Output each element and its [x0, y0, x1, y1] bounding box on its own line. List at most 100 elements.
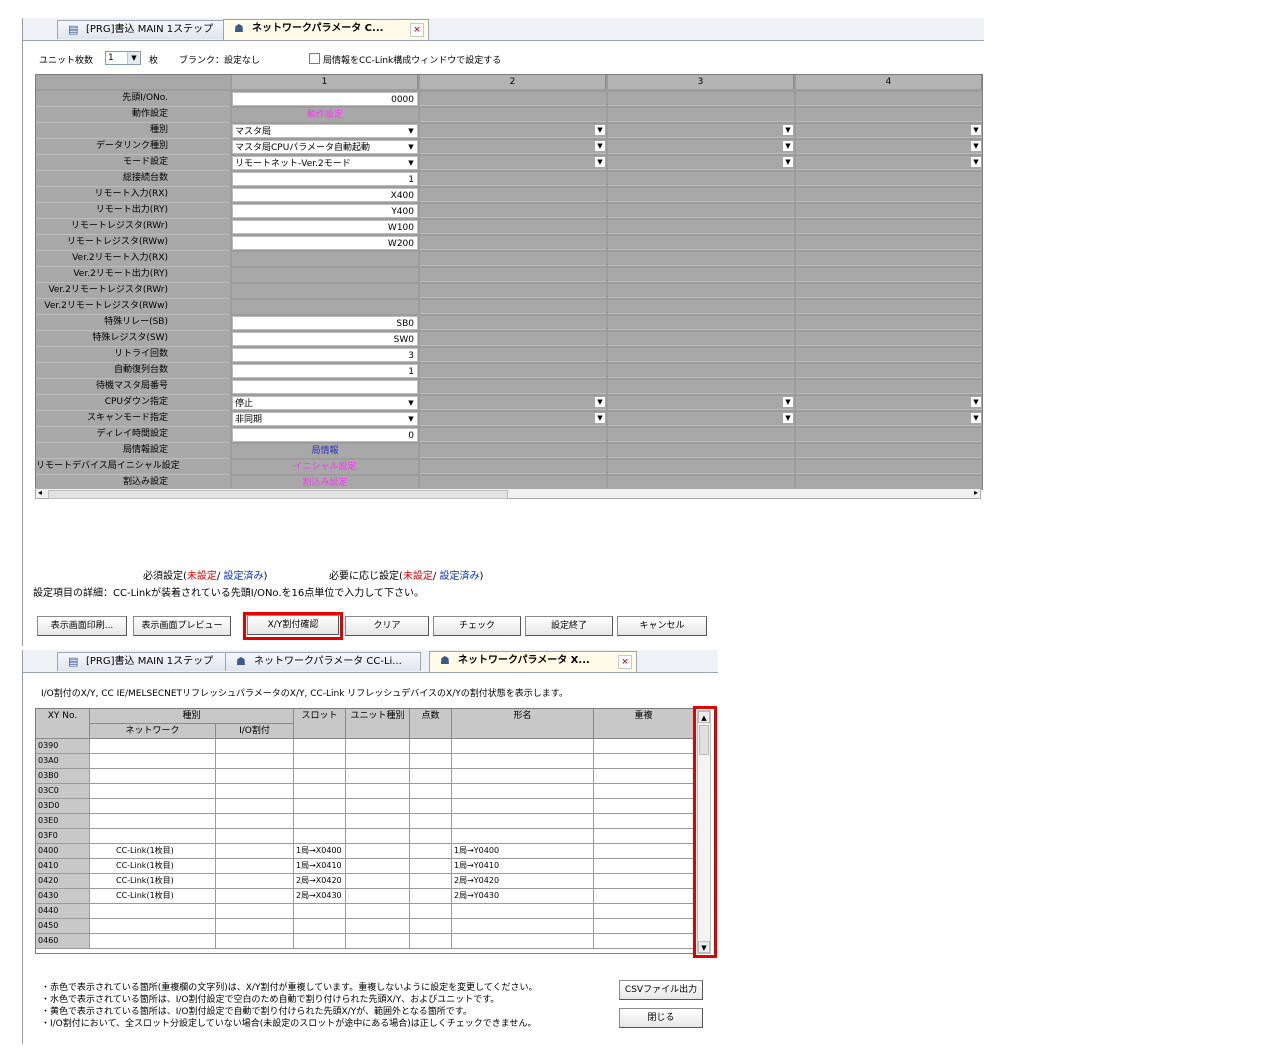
param-empty-field[interactable]: ▼ [420, 140, 606, 154]
param-empty-field [420, 348, 606, 362]
model-cell [452, 769, 594, 784]
param-empty-field [796, 428, 982, 442]
clear-button[interactable]: クリア [345, 616, 429, 636]
param-value-field[interactable]: イニシャル設定 [232, 460, 418, 474]
unit-type-cell [346, 904, 410, 919]
cancel-button[interactable]: キャンセル [617, 616, 707, 636]
param-value-field[interactable]: 1 [232, 172, 418, 186]
csv-export-button[interactable]: CSVファイル出力 [619, 980, 703, 1000]
points-cell [410, 874, 452, 889]
row-label: ディレイ時間設定 [36, 427, 230, 443]
xy-no-cell: 0390 [36, 739, 90, 754]
header-xy-no: XY No. [36, 709, 90, 739]
check-button[interactable]: チェック [433, 616, 521, 636]
param-value-field [232, 252, 418, 266]
xy-no-cell: 03F0 [36, 829, 90, 844]
param-value-field[interactable]: W100 [232, 220, 418, 234]
param-empty-field[interactable]: ▼ [608, 140, 794, 154]
chevron-down-icon: ▼ [783, 413, 793, 423]
model-cell [452, 919, 594, 934]
param-value-text: 停止 [235, 399, 254, 409]
param-value-field[interactable]: 3 [232, 348, 418, 362]
io-cell [216, 919, 294, 934]
param-value-field[interactable]: W200 [232, 236, 418, 250]
param-empty-field[interactable]: ▼ [420, 124, 606, 138]
param-value-field[interactable]: SB0 [232, 316, 418, 330]
io-cell [216, 769, 294, 784]
param-value-field[interactable]: SW0 [232, 332, 418, 346]
row-label: 動作設定 [36, 107, 230, 123]
param-value-field[interactable]: 停止 ▼ [232, 396, 418, 410]
network-cell [90, 754, 216, 769]
xy-no-cell: 0460 [36, 934, 90, 949]
param-value-field[interactable]: X400 [232, 188, 418, 202]
param-empty-field [420, 444, 606, 458]
row-label: 局情報設定 [36, 443, 230, 459]
param-value-field[interactable]: 動作設定 [232, 108, 418, 122]
param-empty-field[interactable]: ▼ [608, 156, 794, 170]
param-empty-field[interactable]: ▼ [420, 396, 606, 410]
param-empty-field[interactable]: ▼ [796, 156, 982, 170]
column-header-1: 1 [232, 75, 418, 89]
finish-setting-button[interactable]: 設定終了 [525, 616, 613, 636]
tab-program[interactable]: ▤ [PRG]書込 MAIN 1ステップ [57, 20, 233, 39]
param-value-text: リモートネット-Ver.2モード [235, 159, 351, 169]
param-empty-field [608, 188, 794, 202]
param-empty-field [608, 364, 794, 378]
tab-network-parameter-xy[interactable]: ☗ ネットワークパラメータ X... × [429, 651, 637, 672]
header-model: 形名 [452, 709, 594, 739]
chevron-down-icon: ▼ [406, 158, 416, 168]
station-info-checkbox[interactable] [309, 53, 320, 64]
param-value-field[interactable]: マスタ局CPUパラメータ自動起動 ▼ [232, 140, 418, 154]
network-cell [90, 739, 216, 754]
param-value-field[interactable]: 局情報 [232, 444, 418, 458]
param-value-field[interactable]: 1 [232, 364, 418, 378]
close-icon[interactable]: × [410, 23, 424, 37]
param-value-field[interactable]: マスタ局 ▼ [232, 124, 418, 138]
param-empty-field[interactable]: ▼ [796, 396, 982, 410]
param-empty-field [796, 236, 982, 250]
row-label: リトライ回数 [36, 347, 230, 363]
param-empty-field[interactable]: ▼ [796, 412, 982, 426]
param-empty-field[interactable]: ▼ [796, 124, 982, 138]
param-empty-field[interactable]: ▼ [796, 140, 982, 154]
param-empty-field[interactable]: ▼ [420, 412, 606, 426]
unit-count-suffix: 枚 [149, 56, 159, 66]
param-value-field[interactable]: 0 [232, 428, 418, 442]
close-icon[interactable]: × [618, 655, 632, 669]
param-empty-field[interactable]: ▼ [608, 412, 794, 426]
close-button[interactable]: 閉じる [619, 1008, 703, 1028]
param-value-field[interactable]: Y400 [232, 204, 418, 218]
tab-network-parameter-cclink[interactable]: ☗ ネットワークパラメータ CC-Li... [225, 652, 421, 671]
param-empty-field[interactable]: ▼ [608, 124, 794, 138]
scroll-left-icon[interactable]: ◂ [38, 488, 42, 497]
param-empty-field [796, 332, 982, 346]
xy-assignment-table: XY No. 種別 ネットワーク I/O割付 スロット ユニット種別 点数 形名 重複 0390 0… [35, 708, 695, 954]
param-value-field[interactable]: 0000 [232, 92, 418, 106]
row-label: リモートデバイス局イニシャル設定 [36, 459, 230, 475]
tab-program[interactable]: ▤ [PRG]書込 MAIN 1ステップ [57, 652, 233, 671]
points-cell [410, 814, 452, 829]
param-value-field[interactable]: 非同期 ▼ [232, 412, 418, 426]
horizontal-scrollbar[interactable]: ◂ ▸ [35, 488, 981, 499]
row-label: データリンク種別 [36, 139, 230, 155]
program-icon: ▤ [68, 655, 79, 668]
print-preview-button[interactable]: 表示画面プレビュー [133, 616, 231, 636]
xy-no-cell: 0430 [36, 889, 90, 904]
scrollbar-thumb[interactable] [48, 490, 508, 499]
model-cell [452, 934, 594, 949]
points-cell [410, 739, 452, 754]
slot-cell [294, 829, 346, 844]
param-empty-field[interactable]: ▼ [608, 396, 794, 410]
param-empty-field[interactable]: ▼ [420, 156, 606, 170]
print-screen-button[interactable]: 表示画面印刷... [37, 616, 127, 636]
network-cell [90, 799, 216, 814]
tab-network-parameter[interactable]: ☗ ネットワークパラメータ C... × [223, 19, 429, 40]
duplicate-cell [594, 829, 694, 844]
scroll-right-icon[interactable]: ▸ [974, 488, 978, 497]
param-value-field[interactable]: リモートネット-Ver.2モード ▼ [232, 156, 418, 170]
param-empty-field [796, 300, 982, 314]
param-empty-field [420, 380, 606, 394]
param-value-field[interactable] [232, 380, 418, 394]
unit-count-select[interactable]: 1 ▼ [105, 51, 141, 65]
